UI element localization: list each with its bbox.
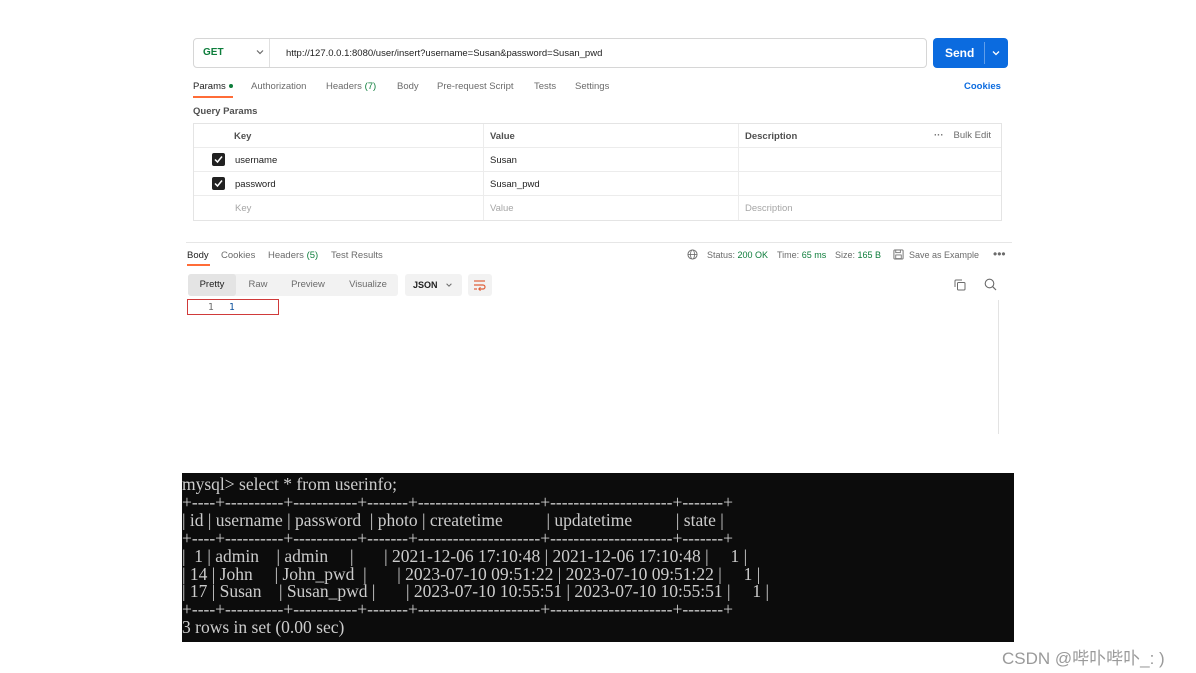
checkbox-password[interactable]	[212, 177, 225, 190]
mysql-terminal[interactable]: mysql> select * from userinfo; +----+---…	[182, 473, 1014, 642]
tab-params-label: Params	[193, 81, 226, 92]
send-button[interactable]: Send	[933, 38, 1008, 68]
view-preview-button[interactable]: Preview	[280, 274, 336, 296]
check-icon	[214, 180, 223, 188]
time-indicator[interactable]: Time: 65 ms	[777, 250, 826, 260]
more-horizontal-icon[interactable]: •••	[993, 247, 1006, 261]
params-active-dot	[228, 84, 233, 89]
response-tab-cookies[interactable]: Cookies	[221, 250, 255, 261]
chevron-down-icon	[446, 283, 452, 287]
tab-params[interactable]: Params	[193, 81, 233, 92]
checkbox-username[interactable]	[212, 153, 225, 166]
active-tab-indicator	[193, 96, 233, 98]
table-row: password Susan_pwd	[194, 172, 1001, 196]
editor-scrollbar[interactable]	[998, 300, 999, 434]
tab-prerequest-script[interactable]: Pre-request Script	[437, 81, 514, 92]
bulk-edit-button[interactable]: ··· Bulk Edit	[934, 130, 991, 141]
response-divider	[186, 242, 1012, 243]
response-tab-test-results[interactable]: Test Results	[331, 250, 383, 261]
tab-authorization[interactable]: Authorization	[251, 81, 306, 92]
param-key[interactable]: password	[235, 179, 276, 190]
size-value: 165 B	[857, 250, 882, 260]
chevron-down-icon	[256, 50, 264, 55]
params-table: Key Value Description ··· Bulk Edit usern…	[193, 123, 1002, 221]
bulk-edit-label: Bulk Edit	[953, 130, 992, 141]
copy-icon[interactable]	[954, 279, 966, 291]
tab-tests[interactable]: Tests	[534, 81, 556, 92]
param-value[interactable]: Susan	[490, 155, 517, 166]
tab-headers[interactable]: Headers (7)	[326, 81, 376, 92]
tab-settings[interactable]: Settings	[575, 81, 609, 92]
cookies-link[interactable]: Cookies	[964, 81, 1001, 92]
column-key: Key	[234, 131, 252, 142]
terminal-output: mysql> select * from userinfo; +----+---…	[182, 475, 769, 638]
request-bar: GET http://127.0.0.1:8080/user/insert?us…	[193, 38, 927, 68]
key-placeholder[interactable]: Key	[235, 203, 251, 214]
tab-body[interactable]: Body	[397, 81, 419, 92]
more-horizontal-icon[interactable]: ···	[934, 130, 944, 141]
value-placeholder[interactable]: Value	[490, 203, 514, 214]
description-placeholder[interactable]: Description	[745, 203, 793, 214]
column-value: Value	[490, 131, 515, 142]
param-key[interactable]: username	[235, 155, 277, 166]
response-tab-headers-label: Headers	[268, 250, 304, 261]
body-view-group: Pretty Raw Preview Visualize	[188, 274, 398, 296]
terminal-footer: 3 rows in set (0.00 sec)	[182, 617, 345, 638]
tab-headers-label: Headers	[326, 81, 362, 92]
format-label: JSON	[413, 280, 438, 290]
size-indicator[interactable]: Size: 165 B	[835, 250, 881, 260]
table-row-empty: Key Value Description	[194, 196, 1001, 220]
chevron-down-icon[interactable]	[991, 48, 1001, 58]
param-value[interactable]: Susan_pwd	[490, 179, 540, 190]
active-response-tab-indicator	[187, 264, 210, 266]
line-number: 1	[208, 302, 214, 313]
response-tab-body[interactable]: Body	[187, 250, 209, 261]
save-as-example-button[interactable]: Save as Example	[909, 250, 979, 260]
wrap-lines-icon	[474, 280, 486, 291]
method-select[interactable]: GET	[194, 39, 270, 67]
view-visualize-button[interactable]: Visualize	[338, 274, 398, 296]
method-label: GET	[203, 47, 224, 58]
status-indicator[interactable]: Status: 200 OK	[707, 250, 768, 260]
time-value: 65 ms	[801, 250, 827, 260]
search-icon[interactable]	[984, 278, 997, 291]
size-label: Size:	[835, 250, 856, 260]
response-tab-headers[interactable]: Headers (5)	[268, 250, 318, 261]
send-divider	[984, 42, 985, 64]
watermark: CSDN @哔卟哔卟_: )	[1002, 649, 1165, 668]
globe-icon[interactable]	[687, 249, 698, 260]
column-description: Description	[745, 131, 798, 142]
query-params-title: Query Params	[193, 106, 258, 117]
check-icon	[214, 156, 223, 164]
status-label: Status:	[707, 250, 736, 260]
url-input[interactable]: http://127.0.0.1:8080/user/insert?userna…	[286, 48, 602, 59]
response-body-value: 1	[229, 302, 235, 313]
table-header-row: Key Value Description ··· Bulk Edit	[194, 124, 1001, 148]
format-select[interactable]: JSON	[405, 274, 462, 296]
response-body-editor[interactable]: 1 1	[187, 299, 279, 315]
wrap-lines-button[interactable]	[468, 274, 492, 296]
table-row: username Susan	[194, 148, 1001, 172]
send-label: Send	[945, 46, 975, 60]
save-icon[interactable]	[893, 249, 904, 260]
response-tab-headers-count: (5)	[306, 250, 319, 261]
time-label: Time:	[777, 250, 800, 260]
status-value: 200 OK	[737, 250, 769, 260]
view-pretty-button[interactable]: Pretty	[188, 274, 236, 296]
view-raw-button[interactable]: Raw	[238, 274, 278, 296]
tab-headers-count: (7)	[364, 81, 377, 92]
